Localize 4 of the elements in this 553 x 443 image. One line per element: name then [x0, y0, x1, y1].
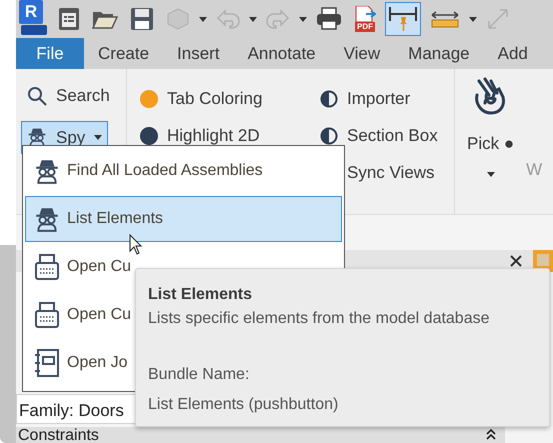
tooltip-title: List Elements	[148, 285, 254, 305]
tooltip-description: Lists specific elements from the model database	[148, 309, 490, 329]
tooltip-label: Bundle Name:	[148, 365, 250, 385]
tooltip-value: List Elements (pushbutton)	[148, 395, 340, 415]
